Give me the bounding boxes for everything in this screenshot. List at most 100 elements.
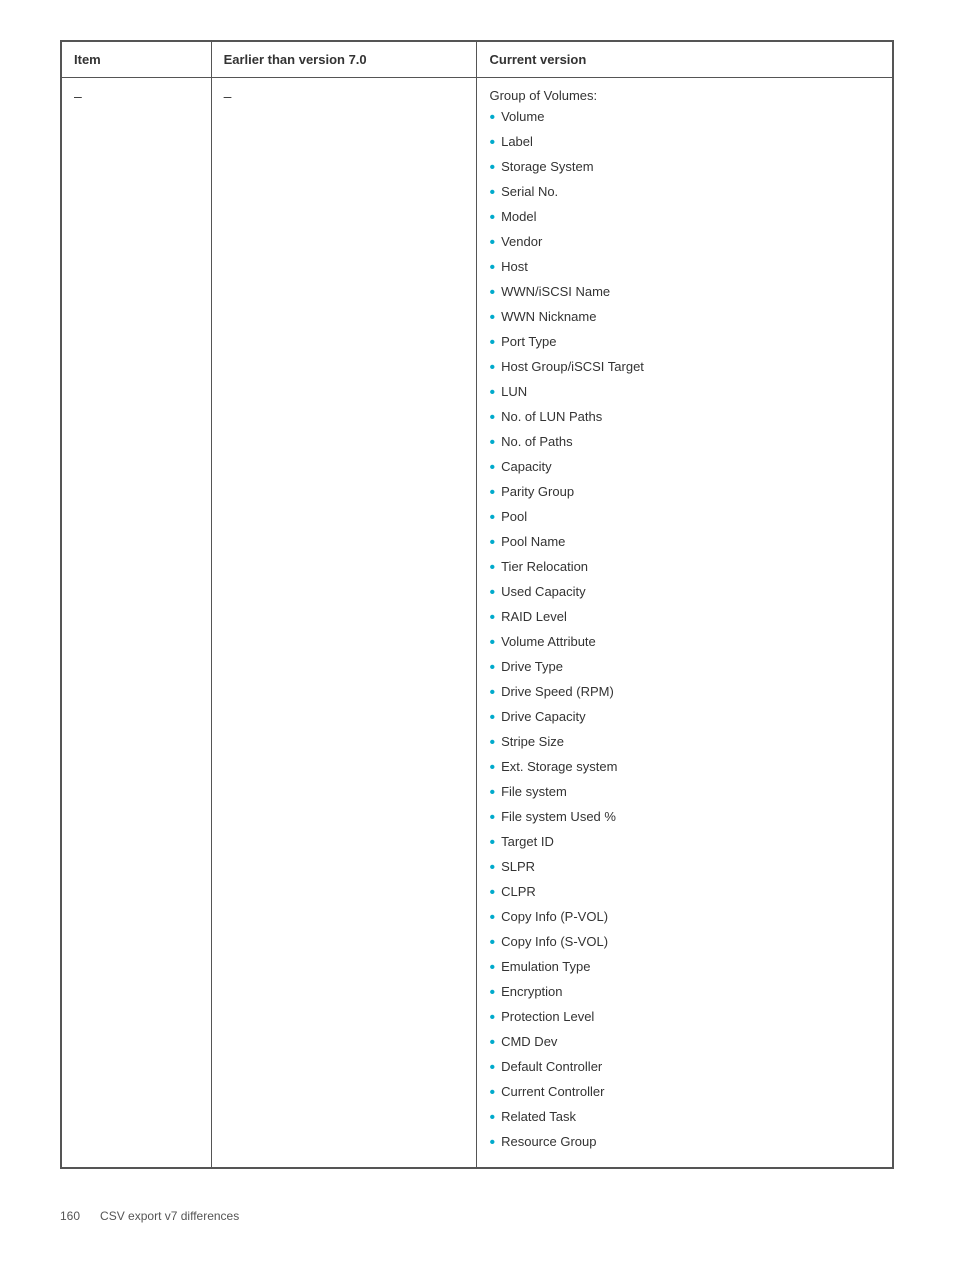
- earlier-cell: –: [211, 78, 477, 1168]
- bullet-icon: •: [489, 631, 495, 655]
- bullet-icon: •: [489, 1056, 495, 1080]
- list-item-label: LUN: [501, 382, 527, 402]
- list-item-label: Default Controller: [501, 1057, 602, 1077]
- bullet-icon: •: [489, 556, 495, 580]
- bullet-icon: •: [489, 406, 495, 430]
- list-item-label: Drive Speed (RPM): [501, 682, 614, 702]
- bullet-icon: •: [489, 581, 495, 605]
- bullet-icon: •: [489, 1081, 495, 1105]
- bullet-icon: •: [489, 106, 495, 130]
- list-item-label: Storage System: [501, 157, 594, 177]
- list-item: •Encryption: [489, 982, 880, 1005]
- bullet-icon: •: [489, 706, 495, 730]
- list-item-label: Port Type: [501, 332, 556, 352]
- list-item-label: RAID Level: [501, 607, 567, 627]
- list-item-label: Drive Capacity: [501, 707, 586, 727]
- list-item: •File system: [489, 782, 880, 805]
- bullet-icon: •: [489, 756, 495, 780]
- bullet-icon: •: [489, 1131, 495, 1155]
- header-earlier: Earlier than version 7.0: [211, 42, 477, 78]
- list-item: • Pool: [489, 507, 880, 530]
- bullet-icon: •: [489, 481, 495, 505]
- item-cell: –: [62, 78, 212, 1168]
- bullet-icon: •: [489, 731, 495, 755]
- list-item-label: Copy Info (S-VOL): [501, 932, 608, 952]
- bullet-icon: •: [489, 656, 495, 680]
- list-item-label: File system Used %: [501, 807, 616, 827]
- bullet-icon: •: [489, 306, 495, 330]
- list-item: •Host Group/iSCSI Target: [489, 357, 880, 380]
- bullet-icon: •: [489, 806, 495, 830]
- current-cell: Group of Volumes: •Volume•Label•Storage …: [477, 78, 893, 1168]
- list-item: • Protection Level: [489, 1007, 880, 1030]
- list-item-label: Volume Attribute: [501, 632, 596, 652]
- list-item-label: Label: [501, 132, 533, 152]
- bullet-list: •Volume•Label•Storage System•Serial No.•…: [489, 107, 880, 1155]
- list-item-label: Pool: [501, 507, 527, 527]
- list-item-label: Capacity: [501, 457, 552, 477]
- list-item: •No. of LUN Paths: [489, 407, 880, 430]
- list-item-label: CMD Dev: [501, 1032, 557, 1052]
- main-table-wrapper: Item Earlier than version 7.0 Current ve…: [60, 40, 894, 1169]
- list-item: •Storage System: [489, 157, 880, 180]
- list-item: •Drive Speed (RPM): [489, 682, 880, 705]
- bullet-icon: •: [489, 1106, 495, 1130]
- bullet-icon: •: [489, 1006, 495, 1030]
- list-item-label: No. of Paths: [501, 432, 573, 452]
- list-item-label: CLPR: [501, 882, 536, 902]
- bullet-icon: •: [489, 956, 495, 980]
- list-item: •Target ID: [489, 832, 880, 855]
- table-header-row: Item Earlier than version 7.0 Current ve…: [62, 42, 893, 78]
- bullet-icon: •: [489, 531, 495, 555]
- list-item-label: Pool Name: [501, 532, 565, 552]
- bullet-icon: •: [489, 906, 495, 930]
- list-item: • Current Controller: [489, 1082, 880, 1105]
- bullet-icon: •: [489, 131, 495, 155]
- bullet-icon: •: [489, 256, 495, 280]
- list-item-label: Copy Info (P-VOL): [501, 907, 608, 927]
- bullet-icon: •: [489, 331, 495, 355]
- list-item-label: Related Task: [501, 1107, 576, 1127]
- list-item-label: Vendor: [501, 232, 542, 252]
- list-item-label: Serial No.: [501, 182, 558, 202]
- list-item-label: Used Capacity: [501, 582, 586, 602]
- list-item-label: Volume: [501, 107, 544, 127]
- list-item-label: Model: [501, 207, 536, 227]
- bullet-icon: •: [489, 181, 495, 205]
- header-current: Current version: [477, 42, 893, 78]
- list-item-label: Emulation Type: [501, 957, 590, 977]
- list-item-label: Drive Type: [501, 657, 563, 677]
- list-item: • Model: [489, 207, 880, 230]
- list-item: • CMD Dev: [489, 1032, 880, 1055]
- list-item-label: Ext. Storage system: [501, 757, 617, 777]
- list-item: •WWN Nickname: [489, 307, 880, 330]
- bullet-icon: •: [489, 431, 495, 455]
- bullet-icon: •: [489, 1031, 495, 1055]
- footer: 160 CSV export v7 differences: [60, 1209, 894, 1223]
- list-item: • Tier Relocation: [489, 557, 880, 580]
- list-item-label: Parity Group: [501, 482, 574, 502]
- list-item-label: Protection Level: [501, 1007, 594, 1027]
- list-item: • Pool Name: [489, 532, 880, 555]
- bullet-icon: •: [489, 206, 495, 230]
- list-item-label: Encryption: [501, 982, 562, 1002]
- list-item-label: SLPR: [501, 857, 535, 877]
- list-item-label: Host: [501, 257, 528, 277]
- list-item: •Capacity: [489, 457, 880, 480]
- list-item: • Emulation Type: [489, 957, 880, 980]
- list-item-label: Tier Relocation: [501, 557, 588, 577]
- bullet-icon: •: [489, 506, 495, 530]
- list-item: •SLPR: [489, 857, 880, 880]
- bullet-icon: •: [489, 881, 495, 905]
- list-item: • Parity Group: [489, 482, 880, 505]
- list-item: • No. of Paths: [489, 432, 880, 455]
- group-label: Group of Volumes:: [489, 88, 880, 103]
- bullet-icon: •: [489, 931, 495, 955]
- list-item: • Vendor: [489, 232, 880, 255]
- bullet-icon: •: [489, 381, 495, 405]
- bullet-icon: •: [489, 606, 495, 630]
- list-item-label: Current Controller: [501, 1082, 604, 1102]
- list-item: • CLPR: [489, 882, 880, 905]
- bullet-icon: •: [489, 231, 495, 255]
- list-item: •Resource Group: [489, 1132, 880, 1155]
